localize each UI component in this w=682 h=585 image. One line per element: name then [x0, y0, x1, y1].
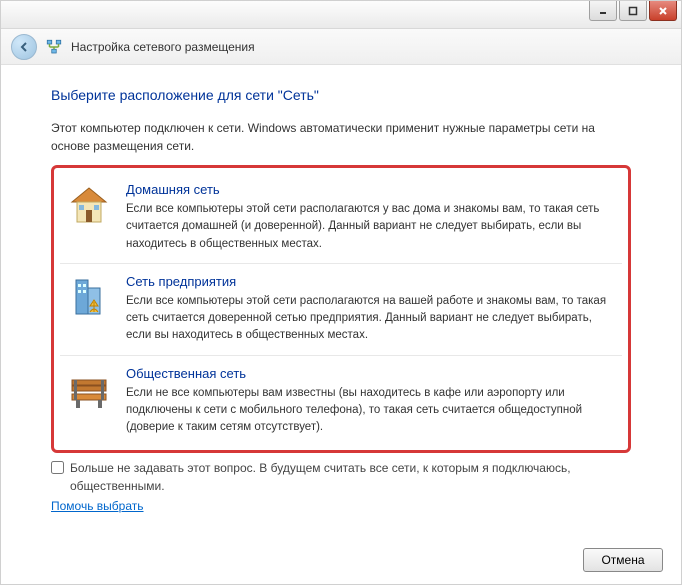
dont-ask-label: Больше не задавать этот вопрос. В будуще… [70, 459, 631, 495]
page-title: Выберите расположение для сети "Сеть" [51, 87, 631, 103]
content-area: Выберите расположение для сети "Сеть" Эт… [1, 65, 681, 453]
option-home-desc: Если все компьютеры этой сети располагаю… [126, 201, 616, 253]
option-public-title: Общественная сеть [126, 366, 616, 381]
window-controls [589, 1, 677, 21]
minimize-icon [598, 6, 608, 16]
footer: Отмена [583, 548, 663, 572]
intro-text: Этот компьютер подключен к сети. Windows… [51, 119, 631, 155]
option-public-body: Общественная сеть Если не все компьютеры… [126, 366, 616, 437]
help-link[interactable]: Помочь выбрать [1, 495, 194, 517]
back-button[interactable] [11, 34, 37, 60]
header-bar: Настройка сетевого размещения [1, 29, 681, 65]
office-icon [66, 274, 112, 320]
home-icon [66, 182, 112, 228]
close-icon [658, 6, 668, 16]
option-work-network[interactable]: Сеть предприятия Если все компьютеры это… [60, 264, 622, 356]
dont-ask-checkbox[interactable] [51, 461, 64, 474]
option-work-desc: Если все компьютеры этой сети располагаю… [126, 293, 616, 345]
option-work-body: Сеть предприятия Если все компьютеры это… [126, 274, 616, 345]
maximize-icon [628, 6, 638, 16]
back-arrow-icon [17, 40, 31, 54]
header-title: Настройка сетевого размещения [71, 40, 255, 54]
minimize-button[interactable] [589, 1, 617, 21]
maximize-button[interactable] [619, 1, 647, 21]
titlebar [1, 1, 681, 29]
network-icon [45, 38, 63, 56]
network-options-list: Домашняя сеть Если все компьютеры этой с… [51, 165, 631, 453]
cancel-button[interactable]: Отмена [583, 548, 663, 572]
dialog-window: Настройка сетевого размещения Выберите р… [0, 0, 682, 585]
bench-icon [66, 366, 112, 412]
dont-ask-row[interactable]: Больше не задавать этот вопрос. В будуще… [1, 453, 681, 495]
option-public-network[interactable]: Общественная сеть Если не все компьютеры… [60, 356, 622, 447]
option-public-desc: Если не все компьютеры вам известны (вы … [126, 385, 616, 437]
option-work-title: Сеть предприятия [126, 274, 616, 289]
close-button[interactable] [649, 1, 677, 21]
option-home-network[interactable]: Домашняя сеть Если все компьютеры этой с… [60, 172, 622, 264]
option-home-title: Домашняя сеть [126, 182, 616, 197]
option-home-body: Домашняя сеть Если все компьютеры этой с… [126, 182, 616, 253]
